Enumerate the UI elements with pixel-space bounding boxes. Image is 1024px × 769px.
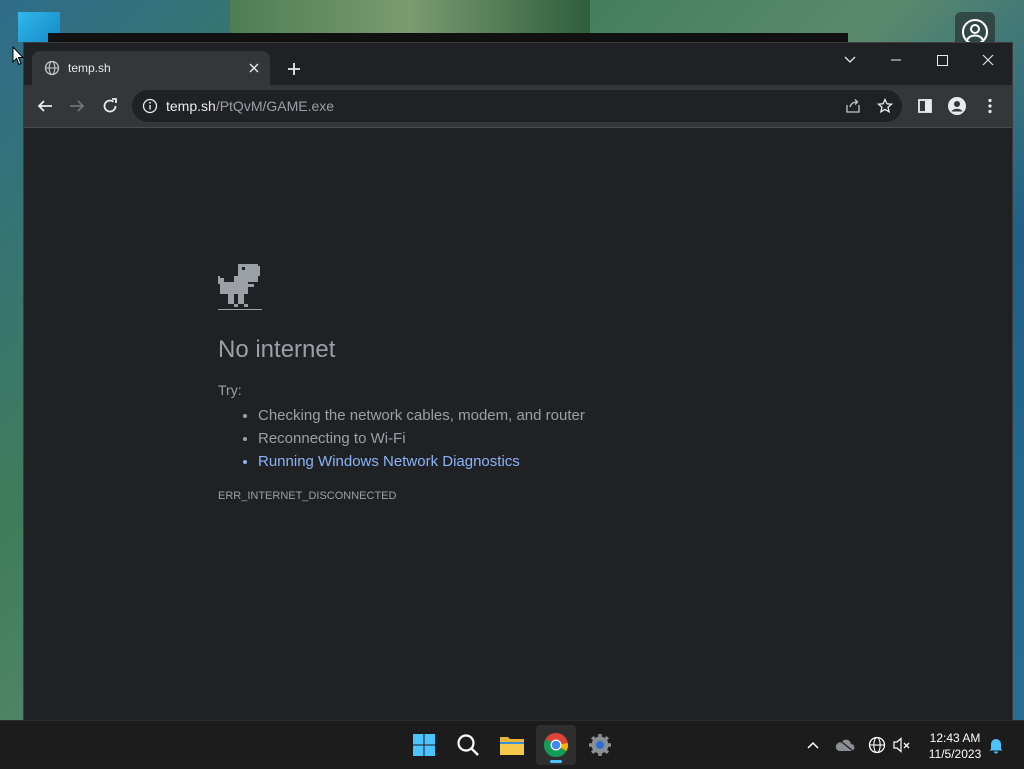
close-tab-icon[interactable] [244, 58, 264, 78]
bookmark-star-icon[interactable] [872, 93, 898, 119]
tab-title: temp.sh [68, 61, 111, 75]
network-globe-icon[interactable] [867, 735, 887, 755]
mouse-cursor-icon [12, 46, 24, 66]
reload-icon[interactable] [97, 93, 123, 119]
tab-active[interactable]: temp.sh [32, 51, 270, 85]
tab-search-chevron-icon[interactable] [827, 47, 873, 73]
taskbar: 12:43 AM 11/5/2023 [0, 720, 1024, 769]
browser-window: temp.sh temp.sh/PtQvM/GAME.exe No intern… [24, 43, 1012, 720]
active-app-indicator [550, 760, 562, 763]
back-arrow-icon[interactable] [32, 93, 58, 119]
clock-time: 12:43 AM [929, 731, 981, 745]
suggestion-item: Checking the network cables, modem, and … [258, 404, 585, 427]
clock-date: 11/5/2023 [928, 747, 982, 761]
chrome-icon[interactable] [536, 725, 576, 765]
volume-muted-icon[interactable] [892, 735, 912, 755]
globe-icon [44, 60, 60, 76]
share-icon[interactable] [840, 93, 866, 119]
search-icon[interactable] [448, 725, 488, 765]
error-code: ERR_INTERNET_DISCONNECTED [218, 490, 397, 502]
tab-strip: temp.sh [24, 43, 1012, 85]
site-info-icon[interactable] [142, 98, 158, 114]
file-explorer-icon[interactable] [492, 725, 532, 765]
suggestion-item: Reconnecting to Wi-Fi [258, 427, 585, 450]
more-menu-icon[interactable] [977, 93, 1003, 119]
maximize-button[interactable] [919, 47, 965, 73]
url-path: /PtQvM/GAME.exe [215, 98, 335, 114]
suggestion-list: Checking the network cables, modem, and … [218, 404, 585, 473]
url-text: temp.sh/PtQvM/GAME.exe [166, 98, 334, 114]
side-panel-icon[interactable] [912, 93, 938, 119]
browser-toolbar: temp.sh/PtQvM/GAME.exe [24, 85, 1012, 128]
address-bar[interactable]: temp.sh/PtQvM/GAME.exe [132, 90, 902, 122]
background-window-edge [48, 33, 848, 43]
page-content: No internet Try: Checking the network ca… [24, 128, 1012, 720]
system-clock[interactable]: 12:43 AM 11/5/2023 [920, 730, 990, 762]
offline-dinosaur-icon[interactable] [218, 264, 262, 317]
show-hidden-icons-chevron-icon[interactable] [803, 735, 823, 755]
onedrive-cloud-icon[interactable] [835, 735, 855, 755]
error-title: No internet [218, 336, 336, 363]
windows-start-icon[interactable] [404, 725, 444, 765]
close-window-button[interactable] [965, 47, 1011, 73]
settings-gear-icon[interactable] [580, 725, 620, 765]
network-diagnostics-link[interactable]: Running Windows Network Diagnostics [258, 450, 585, 473]
url-host: temp.sh [166, 98, 216, 114]
new-tab-button[interactable] [282, 57, 306, 81]
minimize-button[interactable] [873, 47, 919, 73]
try-label: Try: [218, 382, 242, 398]
forward-arrow-icon[interactable] [64, 93, 90, 119]
profile-avatar-icon[interactable] [944, 93, 970, 119]
notification-bell-icon[interactable] [986, 735, 1006, 755]
